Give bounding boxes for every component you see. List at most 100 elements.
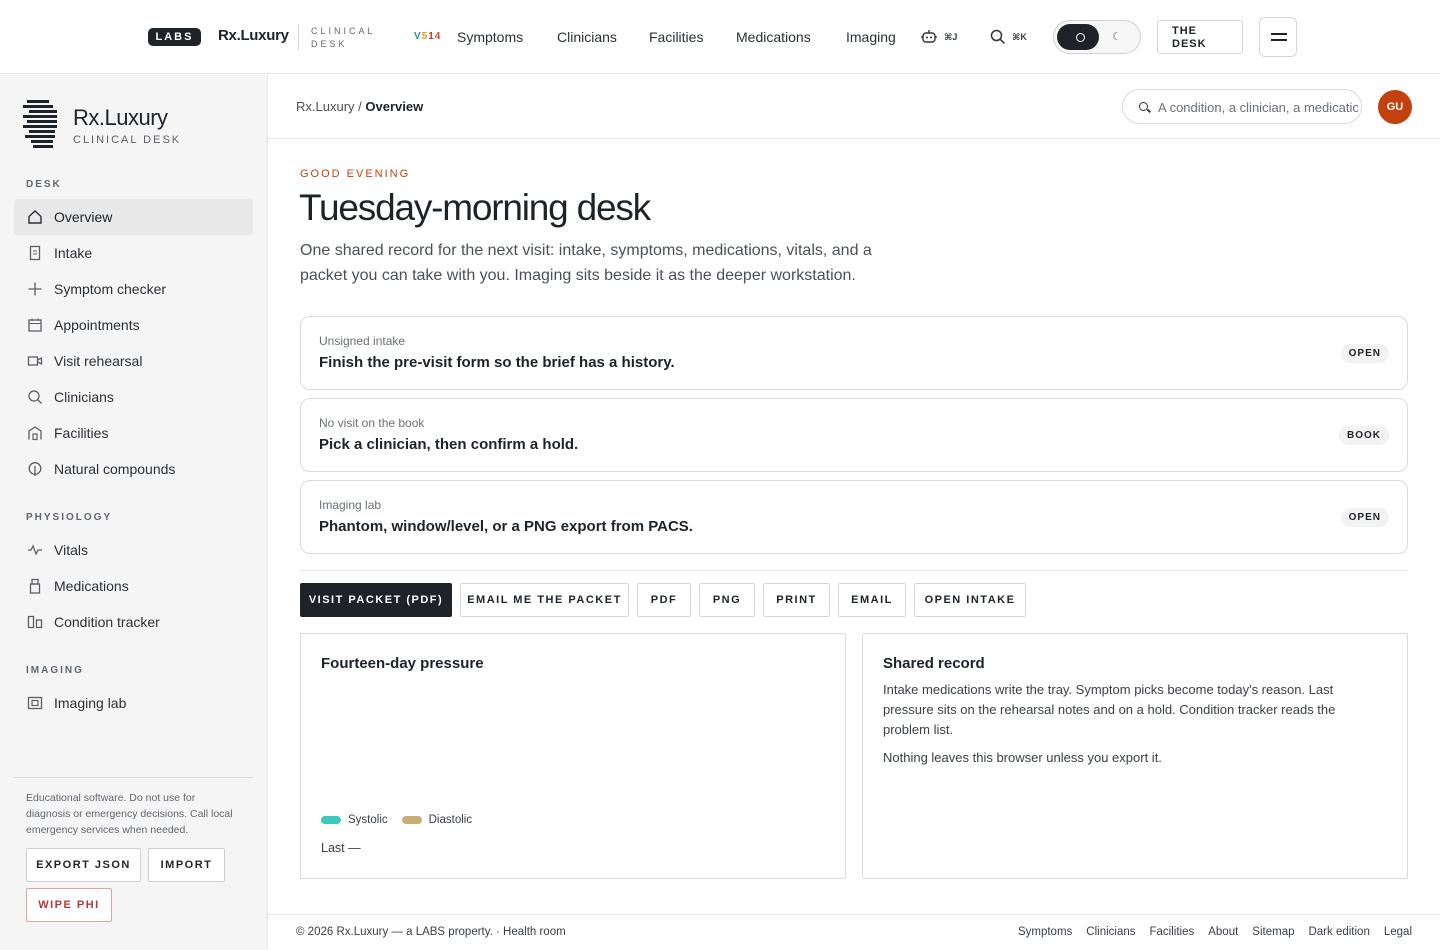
video-icon [27,353,43,369]
document-icon [27,245,43,261]
search-placeholder: A condition, a clinician, a medication [1158,100,1358,115]
building-icon [27,425,43,441]
sidebar-brand[interactable]: Rx.Luxury [73,105,168,131]
card-kicker: Imaging lab [319,498,382,512]
last-reading: Last — [321,841,361,855]
nav-symptoms[interactable]: Symptoms [457,29,523,45]
main-header: Rx.Luxury / Overview A condition, a clin… [268,75,1440,139]
task-card-imaging[interactable]: Imaging lab Phantom, window/level, or a … [300,480,1408,554]
labs-badge[interactable]: LABS [148,28,201,46]
open-badge[interactable]: OPEN [1340,344,1389,363]
footer-link-symptoms[interactable]: Symptoms [1018,926,1072,938]
page-description: One shared record for the next visit: in… [300,242,872,284]
sidebar-item-vitals[interactable]: Vitals [14,532,253,568]
systolic-swatch [321,816,341,824]
breadcrumb-root[interactable]: Rx.Luxury [296,99,355,114]
nav-facilities[interactable]: Facilities [649,29,703,45]
breadcrumb: Rx.Luxury / Overview [296,99,424,114]
pressure-panel: Fourteen-day pressure Systolic Diastolic… [300,633,846,879]
clinical-desk-label: CLINICAL DESK [311,26,376,49]
shared-record-note: Nothing leaves this browser unless you e… [883,750,1162,765]
sidebar-item-intake[interactable]: Intake [14,235,253,271]
bottle-icon [27,578,43,594]
section-physiology: PHYSIOLOGY [26,512,113,523]
search-icon [27,389,43,405]
sidebar: Rx.Luxury CLINICAL DESK DESK Overview In… [0,75,268,950]
pdf-button[interactable]: PDF [637,583,691,617]
theme-toggle[interactable]: ☾ [1053,20,1141,54]
task-card-visit[interactable]: No visit on the book Pick a clinician, t… [300,398,1408,472]
sidebar-item-overview[interactable]: Overview [14,199,253,235]
print-button[interactable]: PRINT [763,583,830,617]
sidebar-item-natural-compounds[interactable]: Natural compounds [14,451,253,487]
open-intake-button[interactable]: OPEN INTAKE [914,583,1026,617]
assistant-shortcut: ⌘J [944,31,958,42]
home-icon [27,209,43,225]
breadcrumb-current: Overview [365,99,424,114]
nav-clinicians[interactable]: Clinicians [557,29,617,45]
task-card-intake[interactable]: Unsigned intake Finish the pre-visit for… [300,316,1408,390]
moon-icon[interactable]: ☾ [1112,30,1122,43]
visit-packet-pdf-button[interactable]: VISIT PACKET (PDF) [300,583,452,617]
section-imaging: IMAGING [26,665,84,676]
sidebar-item-condition-tracker[interactable]: Condition tracker [14,604,253,640]
sidebar-item-imaging-lab[interactable]: Imaging lab [14,685,253,721]
image-icon [27,695,43,711]
leaf-icon [27,461,43,477]
sun-icon [1076,33,1085,42]
pulse-icon [27,542,43,558]
shared-record-title: Shared record [883,655,985,672]
png-button[interactable]: PNG [699,583,755,617]
robot-icon [921,30,937,43]
wipe-phi-button[interactable]: WIPE PHI [26,888,112,922]
menu-button[interactable] [1259,17,1297,57]
search-icon [990,29,1006,45]
search-shortcut: ⌘K [1012,31,1027,42]
card-text: Finish the pre-visit form so the brief h… [319,354,675,371]
sidebar-item-appointments[interactable]: Appointments [14,307,253,343]
brand-divider [298,24,299,50]
email-button[interactable]: EMAIL [838,583,906,617]
sidebar-divider [13,777,253,778]
sidebar-item-symptom-checker[interactable]: Symptom checker [14,271,253,307]
assistant-button[interactable]: ⌘J [920,29,957,45]
brand-name[interactable]: Rx.Luxury [218,27,289,44]
card-kicker: No visit on the book [319,416,425,430]
copyright: © 2026 Rx.Luxury — a LABS property. · He… [296,926,566,938]
shared-record-text: Intake medications write the tray. Sympt… [883,682,1336,737]
systolic-label: Systolic [348,814,388,826]
import-button[interactable]: IMPORT [148,848,225,882]
footer-link-clinicians[interactable]: Clinicians [1086,926,1135,938]
open-badge[interactable]: OPEN [1340,508,1389,527]
sidebar-item-clinicians[interactable]: Clinicians [14,379,253,415]
chart-legend: Systolic Diastolic [321,814,472,826]
section-desk: DESK [26,179,62,190]
page-title: Tuesday-morning desk [299,187,651,228]
sidebar-subtitle: CLINICAL DESK [73,134,182,146]
columns-icon [27,614,43,630]
footer-link-facilities[interactable]: Facilities [1150,926,1195,938]
nav-medications[interactable]: Medications [736,29,811,45]
export-json-button[interactable]: EXPORT JSON [26,848,141,882]
card-kicker: Unsigned intake [319,334,406,348]
footer: © 2026 Rx.Luxury — a LABS property. · He… [268,914,1440,950]
avatar[interactable]: GU [1378,90,1412,124]
light-mode-option[interactable] [1057,24,1099,50]
footer-link-dark-edition[interactable]: Dark edition [1308,926,1369,938]
footer-links: Symptoms Clinicians Facilities About Sit… [1018,926,1412,938]
footer-link-legal[interactable]: Legal [1384,926,1412,938]
email-packet-button[interactable]: EMAIL ME THE PACKET [460,583,629,617]
sidebar-item-visit-rehearsal[interactable]: Visit rehearsal [14,343,253,379]
book-badge[interactable]: BOOK [1339,426,1389,445]
the-desk-button[interactable]: THE DESK [1157,20,1243,54]
footer-link-about[interactable]: About [1208,926,1238,938]
sidebar-item-facilities[interactable]: Facilities [14,415,253,451]
disclaimer: Educational software. Do not use for dia… [26,792,233,836]
nav-imaging[interactable]: Imaging [846,29,896,45]
sidebar-item-medications[interactable]: Medications [14,568,253,604]
search-input[interactable]: A condition, a clinician, a medication [1122,89,1362,124]
version-label: V514 [414,31,442,42]
footer-link-sitemap[interactable]: Sitemap [1252,926,1294,938]
pressure-title: Fourteen-day pressure [321,655,484,672]
global-search-button[interactable]: ⌘K [990,29,1027,45]
